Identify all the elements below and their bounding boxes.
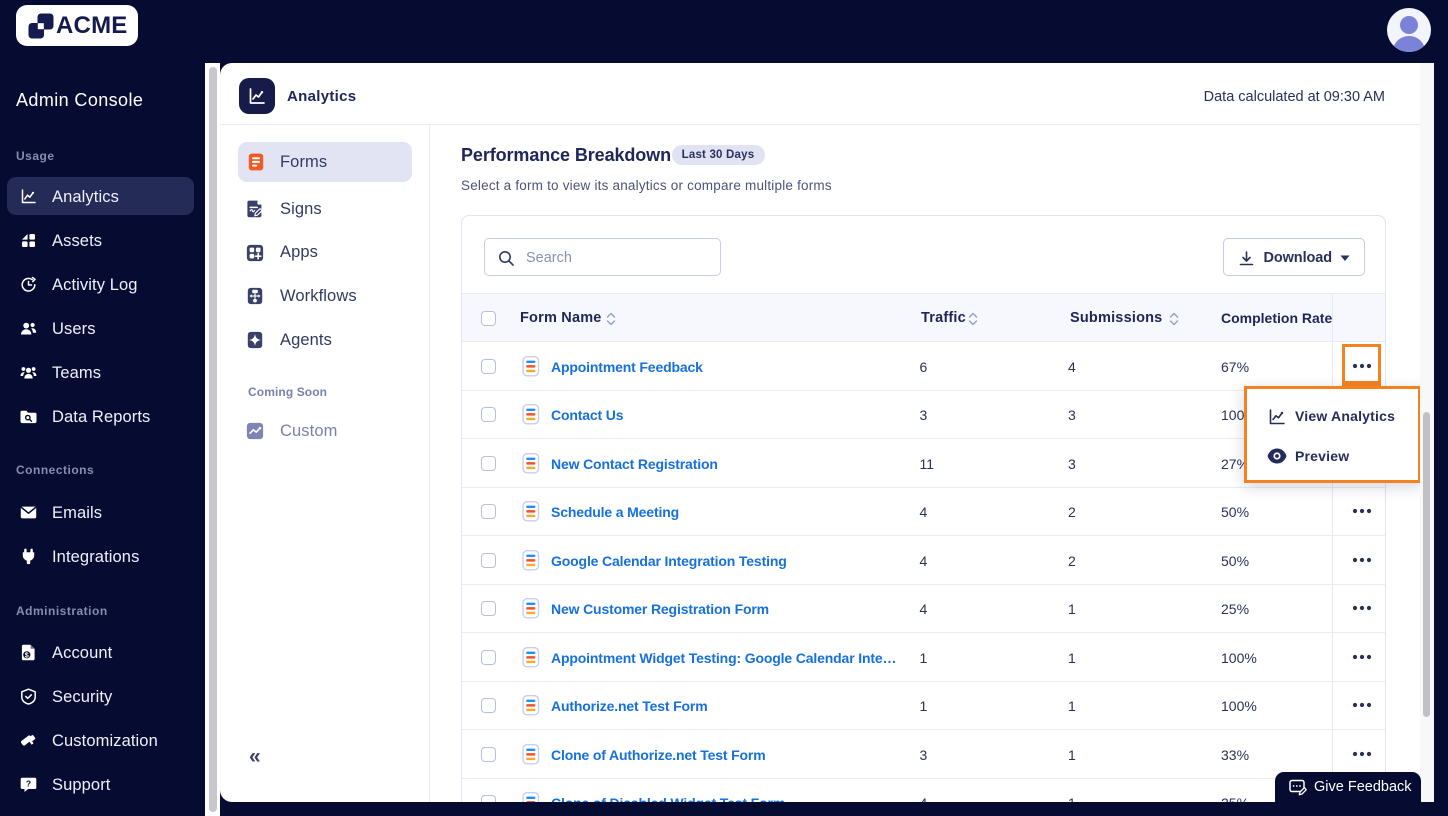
svg-text:$: $ (25, 650, 29, 659)
svg-text:?: ? (26, 778, 31, 788)
